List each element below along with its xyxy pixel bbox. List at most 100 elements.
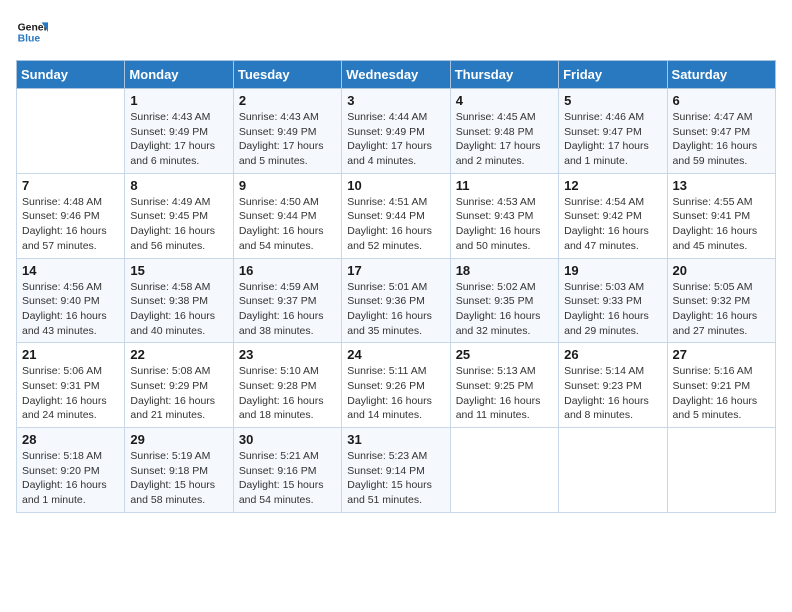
day-number: 27 [673, 347, 770, 362]
calendar-cell: 22 Sunrise: 5:08 AMSunset: 9:29 PMDayligh… [125, 343, 233, 428]
calendar-cell [667, 428, 775, 513]
day-number: 2 [239, 93, 336, 108]
svg-text:Blue: Blue [18, 34, 41, 45]
day-info: Sunrise: 4:43 AMSunset: 9:49 PMDaylight:… [239, 110, 336, 169]
logo-icon: General Blue [16, 16, 48, 48]
day-number: 12 [564, 178, 661, 193]
day-number: 21 [22, 347, 119, 362]
calendar-cell: 10 Sunrise: 4:51 AMSunset: 9:44 PMDayligh… [342, 173, 450, 258]
day-info: Sunrise: 4:48 AMSunset: 9:46 PMDaylight:… [22, 195, 119, 254]
calendar-table: SundayMondayTuesdayWednesdayThursdayFrid… [16, 60, 776, 513]
day-number: 16 [239, 263, 336, 278]
day-info: Sunrise: 4:46 AMSunset: 9:47 PMDaylight:… [564, 110, 661, 169]
weekday-header-monday: Monday [125, 61, 233, 89]
day-info: Sunrise: 4:53 AMSunset: 9:43 PMDaylight:… [456, 195, 553, 254]
day-number: 29 [130, 432, 227, 447]
calendar-cell: 5 Sunrise: 4:46 AMSunset: 9:47 PMDaylight… [559, 89, 667, 174]
day-info: Sunrise: 5:23 AMSunset: 9:14 PMDaylight:… [347, 449, 444, 508]
calendar-cell: 16 Sunrise: 4:59 AMSunset: 9:37 PMDayligh… [233, 258, 341, 343]
calendar-cell: 29 Sunrise: 5:19 AMSunset: 9:18 PMDayligh… [125, 428, 233, 513]
day-info: Sunrise: 4:49 AMSunset: 9:45 PMDaylight:… [130, 195, 227, 254]
calendar-cell: 8 Sunrise: 4:49 AMSunset: 9:45 PMDaylight… [125, 173, 233, 258]
day-number: 20 [673, 263, 770, 278]
weekday-header-thursday: Thursday [450, 61, 558, 89]
day-number: 24 [347, 347, 444, 362]
day-info: Sunrise: 4:47 AMSunset: 9:47 PMDaylight:… [673, 110, 770, 169]
day-number: 3 [347, 93, 444, 108]
calendar-cell: 17 Sunrise: 5:01 AMSunset: 9:36 PMDayligh… [342, 258, 450, 343]
day-number: 8 [130, 178, 227, 193]
day-number: 4 [456, 93, 553, 108]
day-info: Sunrise: 5:11 AMSunset: 9:26 PMDaylight:… [347, 364, 444, 423]
calendar-cell: 6Sunrise: 4:47 AMSunset: 9:47 PMDaylight… [667, 89, 775, 174]
day-number: 28 [22, 432, 119, 447]
day-number: 19 [564, 263, 661, 278]
day-info: Sunrise: 4:56 AMSunset: 9:40 PMDaylight:… [22, 280, 119, 339]
calendar-cell: 26 Sunrise: 5:14 AMSunset: 9:23 PMDayligh… [559, 343, 667, 428]
calendar-cell: 30 Sunrise: 5:21 AMSunset: 9:16 PMDayligh… [233, 428, 341, 513]
day-number: 13 [673, 178, 770, 193]
calendar-cell: 1 Sunrise: 4:43 AMSunset: 9:49 PMDaylight… [125, 89, 233, 174]
day-info: Sunrise: 5:18 AMSunset: 9:20 PMDaylight:… [22, 449, 119, 508]
day-number: 30 [239, 432, 336, 447]
header: General Blue [16, 16, 776, 48]
day-number: 7 [22, 178, 119, 193]
day-number: 22 [130, 347, 227, 362]
calendar-cell [450, 428, 558, 513]
day-info: Sunrise: 4:54 AMSunset: 9:42 PMDaylight:… [564, 195, 661, 254]
day-info: Sunrise: 5:01 AMSunset: 9:36 PMDaylight:… [347, 280, 444, 339]
day-number: 23 [239, 347, 336, 362]
day-info: Sunrise: 4:55 AMSunset: 9:41 PMDaylight:… [673, 195, 770, 254]
day-info: Sunrise: 4:50 AMSunset: 9:44 PMDaylight:… [239, 195, 336, 254]
day-number: 17 [347, 263, 444, 278]
day-number: 1 [130, 93, 227, 108]
calendar-cell: 23 Sunrise: 5:10 AMSunset: 9:28 PMDayligh… [233, 343, 341, 428]
calendar-cell: 20 Sunrise: 5:05 AMSunset: 9:32 PMDayligh… [667, 258, 775, 343]
calendar-cell: 25 Sunrise: 5:13 AMSunset: 9:25 PMDayligh… [450, 343, 558, 428]
day-info: Sunrise: 4:45 AMSunset: 9:48 PMDaylight:… [456, 110, 553, 169]
calendar-cell: 14 Sunrise: 4:56 AMSunset: 9:40 PMDayligh… [17, 258, 125, 343]
calendar-cell [17, 89, 125, 174]
day-info: Sunrise: 5:14 AMSunset: 9:23 PMDaylight:… [564, 364, 661, 423]
weekday-header-sunday: Sunday [17, 61, 125, 89]
day-number: 15 [130, 263, 227, 278]
calendar-cell: 7 Sunrise: 4:48 AMSunset: 9:46 PMDaylight… [17, 173, 125, 258]
weekday-header-wednesday: Wednesday [342, 61, 450, 89]
day-number: 18 [456, 263, 553, 278]
day-number: 9 [239, 178, 336, 193]
day-info: Sunrise: 5:05 AMSunset: 9:32 PMDaylight:… [673, 280, 770, 339]
day-info: Sunrise: 4:51 AMSunset: 9:44 PMDaylight:… [347, 195, 444, 254]
day-info: Sunrise: 4:58 AMSunset: 9:38 PMDaylight:… [130, 280, 227, 339]
calendar-cell: 18 Sunrise: 5:02 AMSunset: 9:35 PMDayligh… [450, 258, 558, 343]
day-info: Sunrise: 5:21 AMSunset: 9:16 PMDaylight:… [239, 449, 336, 508]
day-info: Sunrise: 5:08 AMSunset: 9:29 PMDaylight:… [130, 364, 227, 423]
day-info: Sunrise: 4:59 AMSunset: 9:37 PMDaylight:… [239, 280, 336, 339]
calendar-cell: 31 Sunrise: 5:23 AMSunset: 9:14 PMDayligh… [342, 428, 450, 513]
weekday-header-tuesday: Tuesday [233, 61, 341, 89]
day-number: 14 [22, 263, 119, 278]
day-info: Sunrise: 5:19 AMSunset: 9:18 PMDaylight:… [130, 449, 227, 508]
day-info: Sunrise: 5:03 AMSunset: 9:33 PMDaylight:… [564, 280, 661, 339]
calendar-cell: 21Sunrise: 5:06 AMSunset: 9:31 PMDayligh… [17, 343, 125, 428]
calendar-cell: 27 Sunrise: 5:16 AMSunset: 9:21 PMDayligh… [667, 343, 775, 428]
day-number: 25 [456, 347, 553, 362]
day-info: Sunrise: 4:43 AMSunset: 9:49 PMDaylight:… [130, 110, 227, 169]
calendar-cell: 11 Sunrise: 4:53 AMSunset: 9:43 PMDayligh… [450, 173, 558, 258]
calendar-cell: 12 Sunrise: 4:54 AMSunset: 9:42 PMDayligh… [559, 173, 667, 258]
weekday-header-saturday: Saturday [667, 61, 775, 89]
calendar-cell: 3Sunrise: 4:44 AMSunset: 9:49 PMDaylight… [342, 89, 450, 174]
logo: General Blue [16, 16, 48, 48]
day-number: 10 [347, 178, 444, 193]
day-info: Sunrise: 5:02 AMSunset: 9:35 PMDaylight:… [456, 280, 553, 339]
calendar-cell: 13 Sunrise: 4:55 AMSunset: 9:41 PMDayligh… [667, 173, 775, 258]
calendar-cell: 4 Sunrise: 4:45 AMSunset: 9:48 PMDaylight… [450, 89, 558, 174]
day-info: Sunrise: 5:16 AMSunset: 9:21 PMDaylight:… [673, 364, 770, 423]
day-number: 5 [564, 93, 661, 108]
weekday-header-friday: Friday [559, 61, 667, 89]
day-info: Sunrise: 5:10 AMSunset: 9:28 PMDaylight:… [239, 364, 336, 423]
day-info: Sunrise: 5:13 AMSunset: 9:25 PMDaylight:… [456, 364, 553, 423]
day-number: 31 [347, 432, 444, 447]
day-number: 26 [564, 347, 661, 362]
calendar-cell: 2 Sunrise: 4:43 AMSunset: 9:49 PMDaylight… [233, 89, 341, 174]
day-number: 11 [456, 178, 553, 193]
